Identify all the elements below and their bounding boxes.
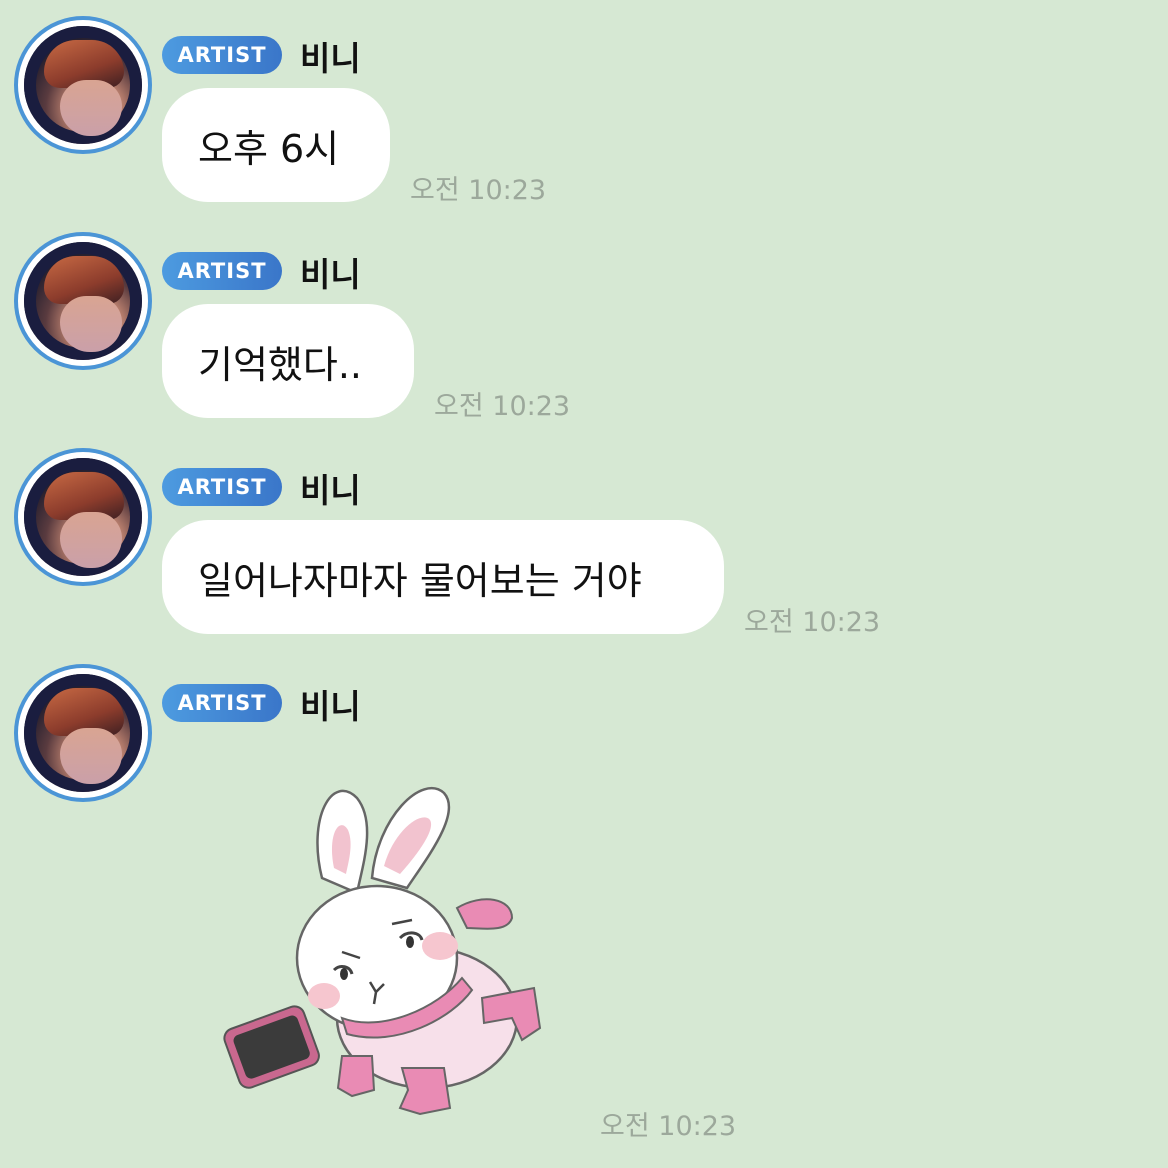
sender-name[interactable]: 비니: [300, 680, 361, 728]
avatar[interactable]: [14, 232, 152, 370]
artist-badge: ARTIST: [162, 684, 282, 722]
message-timestamp: 오전 10:23: [744, 607, 881, 638]
artist-badge: ARTIST: [162, 36, 282, 74]
artist-badge: ARTIST: [162, 468, 282, 506]
message-bubble[interactable]: 일어나자마자 물어보는 거야: [162, 520, 724, 634]
message-bubble[interactable]: 기억했다..: [162, 304, 414, 418]
artist-badge: ARTIST: [162, 252, 282, 290]
avatar[interactable]: [14, 448, 152, 586]
avatar[interactable]: [14, 16, 152, 154]
bunny-sticker[interactable]: [222, 778, 552, 1118]
sender-name[interactable]: 비니: [300, 32, 361, 80]
sender-name[interactable]: 비니: [300, 248, 361, 296]
message-bubble[interactable]: 오후 6시: [162, 88, 390, 202]
sender-name[interactable]: 비니: [300, 464, 361, 512]
chat-window: ARTIST 비니 오후 6시 오전 10:23 ARTIST 비니 기억했다.…: [0, 0, 1168, 1168]
message-timestamp: 오전 10:23: [434, 391, 571, 422]
message-timestamp: 오전 10:23: [600, 1111, 737, 1142]
avatar[interactable]: [14, 664, 152, 802]
phone-icon: [223, 1005, 320, 1089]
message-timestamp: 오전 10:23: [410, 175, 547, 206]
